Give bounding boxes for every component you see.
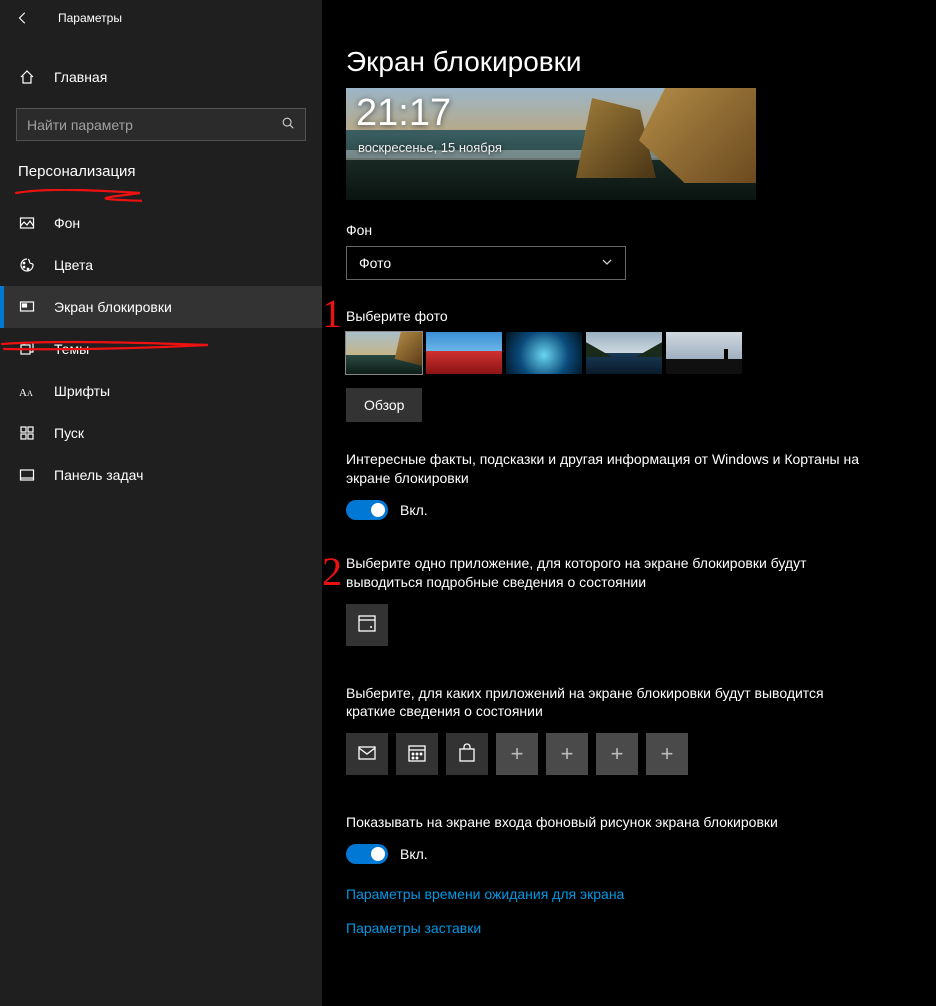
taskbar-icon bbox=[18, 466, 36, 484]
home-label: Главная bbox=[54, 69, 107, 85]
annotation-underline-personalization bbox=[14, 189, 142, 203]
nav-label: Темы bbox=[54, 341, 89, 357]
detailed-app-description: Выберите одно приложение, для которого н… bbox=[346, 554, 866, 592]
background-select[interactable]: Фото bbox=[346, 246, 626, 280]
photo-thumb[interactable] bbox=[346, 332, 422, 374]
preview-date: воскресенье, 15 ноября bbox=[358, 140, 502, 155]
browse-button[interactable]: Обзор bbox=[346, 388, 422, 422]
search-box[interactable] bbox=[16, 108, 306, 141]
nav-label: Пуск bbox=[54, 425, 84, 441]
photo-thumbnails bbox=[346, 332, 912, 374]
home-icon bbox=[18, 68, 36, 86]
detailed-app-row bbox=[346, 604, 912, 646]
nav-label: Экран блокировки bbox=[54, 299, 172, 315]
annotation-number-2: 2 bbox=[322, 548, 342, 595]
facts-toggle-label: Вкл. bbox=[400, 502, 428, 518]
picture-icon bbox=[18, 214, 36, 232]
nav-label: Панель задач bbox=[54, 467, 143, 483]
facts-description: Интересные факты, подсказки и другая инф… bbox=[346, 450, 866, 488]
nav-item-taskbar[interactable]: Панель задач bbox=[0, 454, 322, 496]
photo-thumb[interactable] bbox=[586, 332, 662, 374]
lockscreen-icon bbox=[18, 298, 36, 316]
page-title: Экран блокировки bbox=[346, 46, 912, 78]
photo-thumb[interactable] bbox=[426, 332, 502, 374]
quick-apps-description: Выберите, для каких приложений на экране… bbox=[346, 684, 866, 722]
background-select-value: Фото bbox=[359, 255, 391, 271]
calendar-icon bbox=[357, 613, 377, 636]
search-icon bbox=[281, 116, 295, 133]
palette-icon bbox=[18, 256, 36, 274]
home-nav[interactable]: Главная bbox=[0, 58, 322, 96]
facts-toggle-row: Вкл. bbox=[346, 500, 912, 520]
search-container bbox=[16, 108, 306, 141]
fonts-icon: AA bbox=[18, 382, 36, 400]
preview-time: 21:17 bbox=[356, 92, 451, 135]
nav-label: Фон bbox=[54, 215, 80, 231]
signin-description: Показывать на экране входа фоновый рисун… bbox=[346, 813, 866, 832]
sidebar: Параметры Главная Персонализация Фон bbox=[0, 0, 322, 1006]
nav-item-fonts[interactable]: AA Шрифты bbox=[0, 370, 322, 412]
main-content: Экран блокировки 21:17 воскресенье, 15 н… bbox=[322, 0, 936, 1006]
quick-app-slot-mail[interactable] bbox=[346, 733, 388, 775]
store-icon bbox=[457, 743, 477, 766]
settings-app: Параметры Главная Персонализация Фон bbox=[0, 0, 936, 1006]
choose-photo-label: Выберите фото bbox=[346, 308, 912, 324]
quick-app-slot-empty[interactable]: + bbox=[546, 733, 588, 775]
nav-item-themes[interactable]: Темы bbox=[0, 328, 322, 370]
search-input[interactable] bbox=[27, 117, 281, 133]
detailed-app-slot-calendar[interactable] bbox=[346, 604, 388, 646]
nav-item-start[interactable]: Пуск bbox=[0, 412, 322, 454]
photo-thumb[interactable] bbox=[506, 332, 582, 374]
nav-label: Цвета bbox=[54, 257, 93, 273]
calendar-icon bbox=[407, 743, 427, 766]
quick-app-slot-empty[interactable]: + bbox=[596, 733, 638, 775]
start-icon bbox=[18, 424, 36, 442]
mail-icon bbox=[357, 743, 377, 766]
link-screensaver[interactable]: Параметры заставки bbox=[346, 920, 912, 936]
annotation-number-1: 1 bbox=[322, 290, 342, 337]
signin-toggle-label: Вкл. bbox=[400, 846, 428, 862]
signin-toggle-row: Вкл. bbox=[346, 844, 912, 864]
facts-toggle[interactable] bbox=[346, 500, 388, 520]
quick-app-slot-empty[interactable]: + bbox=[646, 733, 688, 775]
themes-icon bbox=[18, 340, 36, 358]
quick-app-slot-store[interactable] bbox=[446, 733, 488, 775]
quick-apps-row: + + + + bbox=[346, 733, 912, 775]
chevron-down-icon bbox=[601, 255, 613, 271]
quick-app-slot-calendar[interactable] bbox=[396, 733, 438, 775]
back-icon[interactable] bbox=[14, 9, 32, 27]
nav-item-colors[interactable]: Цвета bbox=[0, 244, 322, 286]
nav-item-lockscreen[interactable]: Экран блокировки bbox=[0, 286, 322, 328]
quick-app-slot-empty[interactable]: + bbox=[496, 733, 538, 775]
nav-list: Фон Цвета Экран блокировки Темы bbox=[0, 202, 322, 496]
section-title: Персонализация bbox=[0, 141, 322, 188]
svg-text:A: A bbox=[19, 387, 27, 399]
signin-toggle[interactable] bbox=[346, 844, 388, 864]
lockscreen-preview: 21:17 воскресенье, 15 ноября bbox=[346, 88, 756, 200]
photo-thumb[interactable] bbox=[666, 332, 742, 374]
nav-item-background[interactable]: Фон bbox=[0, 202, 322, 244]
svg-text:A: A bbox=[27, 389, 33, 398]
nav-label: Шрифты bbox=[54, 383, 110, 399]
link-screen-timeout[interactable]: Параметры времени ожидания для экрана bbox=[346, 886, 912, 902]
titlebar: Параметры bbox=[0, 0, 322, 36]
background-label: Фон bbox=[346, 222, 912, 238]
window-title: Параметры bbox=[58, 11, 122, 25]
